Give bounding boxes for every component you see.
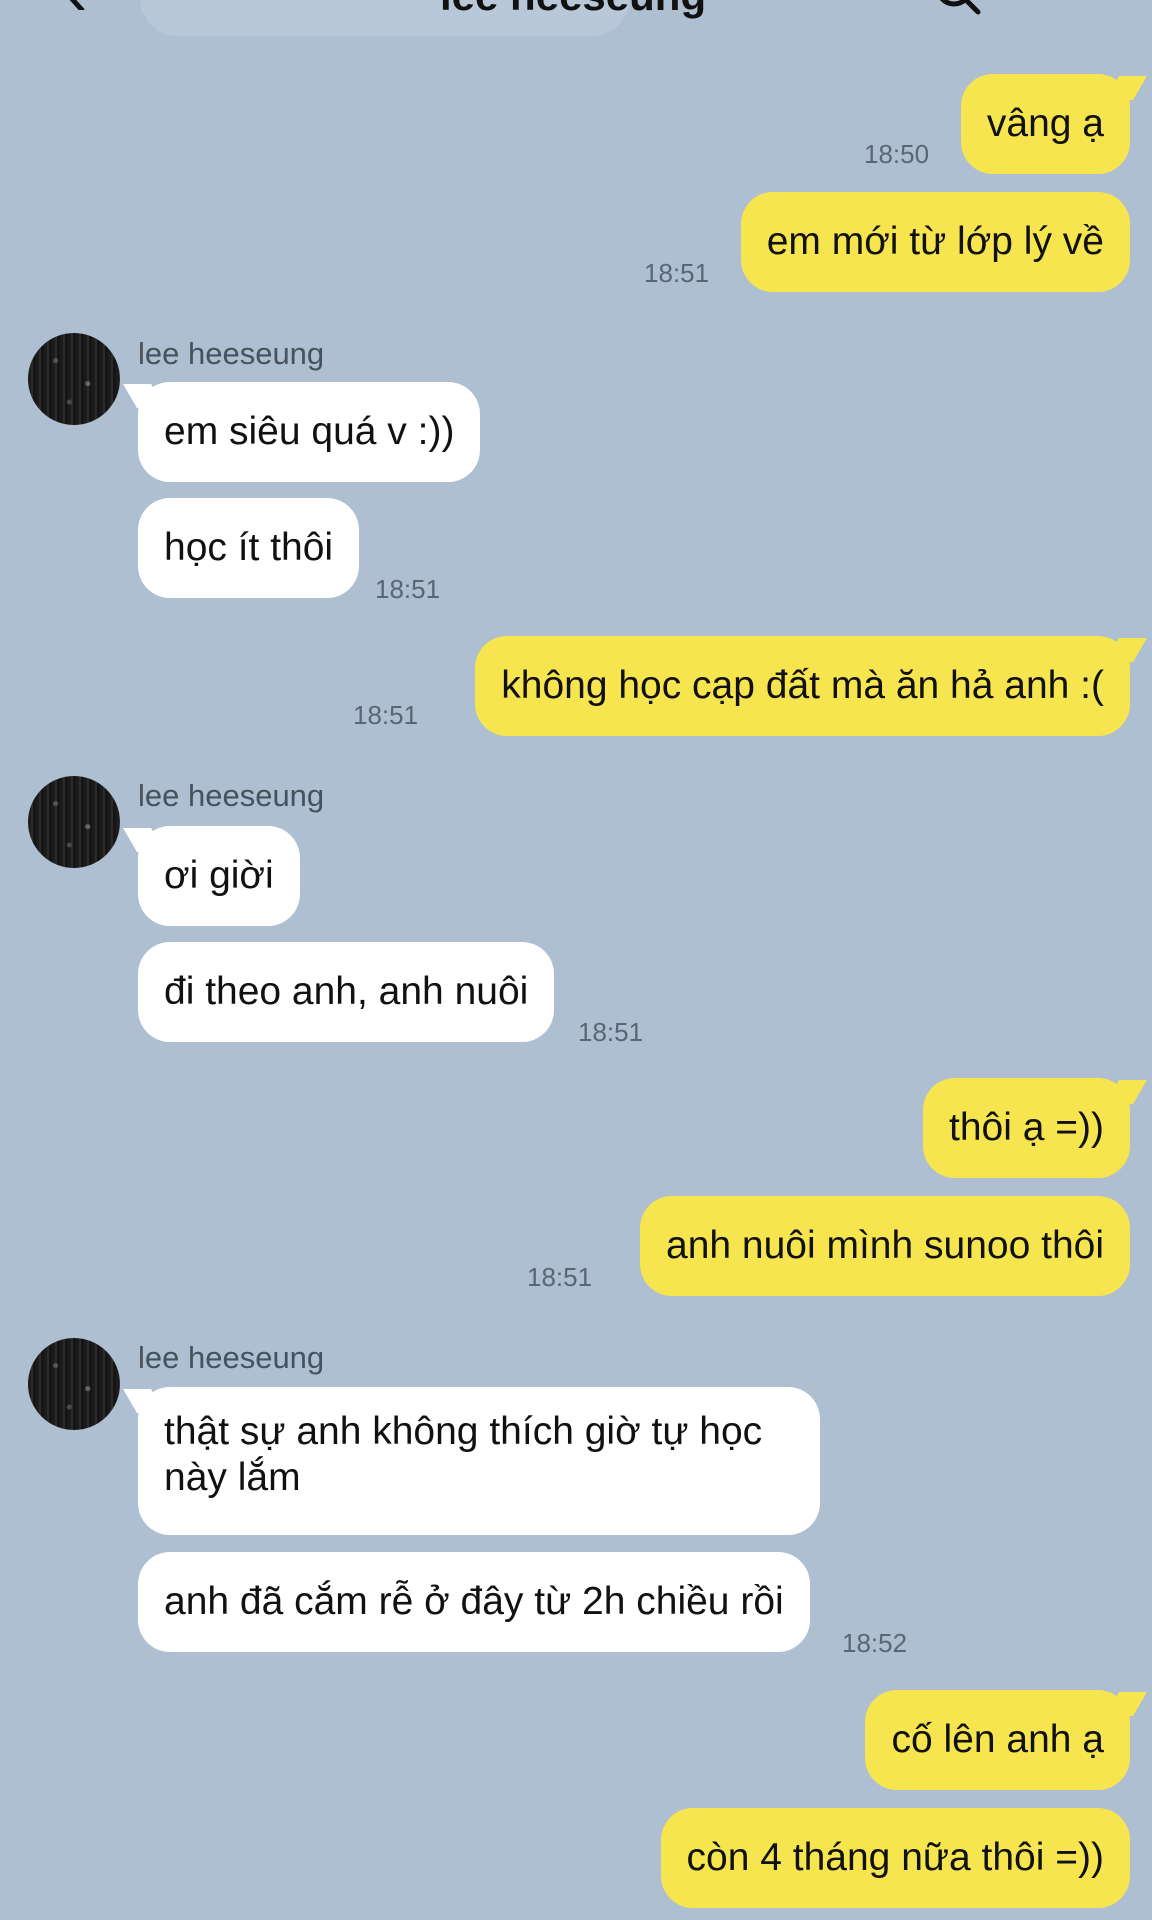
search-icon[interactable]	[932, 0, 982, 20]
chat-header: lee heeseung	[0, 0, 1152, 60]
avatar[interactable]	[28, 333, 120, 425]
outgoing-message[interactable]: không học cạp đất mà ăn hả anh :(	[475, 636, 1130, 736]
outgoing-message[interactable]: cố lên anh ạ	[865, 1690, 1130, 1790]
outgoing-message[interactable]: còn 4 tháng nữa thôi =))	[660, 1808, 1130, 1908]
outgoing-message[interactable]: vâng ạ	[960, 74, 1130, 174]
message-text: đi theo anh, anh nuôi	[164, 970, 529, 1013]
outgoing-message[interactable]: em mới từ lớp lý về	[740, 192, 1130, 292]
message-text: anh đã cắm rễ ở đây từ 2h chiều rồi	[164, 1580, 784, 1623]
message-timestamp: 18:51	[644, 258, 710, 288]
incoming-message[interactable]: học ít thôi	[138, 498, 360, 598]
avatar[interactable]	[28, 1338, 120, 1430]
sender-name: lee heeseung	[138, 778, 325, 813]
outgoing-message[interactable]: thôi ạ =))	[923, 1078, 1130, 1178]
sender-name: lee heeseung	[138, 1340, 325, 1375]
incoming-message[interactable]: anh đã cắm rễ ở đây từ 2h chiều rồi	[138, 1552, 810, 1652]
back-icon[interactable]	[52, 0, 92, 10]
incoming-message[interactable]: thật sự anh không thích giờ tự học này l…	[138, 1387, 820, 1535]
message-text: thật sự anh không thích giờ tự học này l…	[164, 1410, 763, 1499]
message-text: không học cạp đất mà ăn hả anh :(	[501, 664, 1104, 707]
incoming-message[interactable]: em siêu quá v :))	[138, 382, 481, 482]
message-timestamp: 18:51	[353, 700, 419, 730]
message-text: em siêu quá v :))	[164, 410, 455, 453]
chat-title: lee heeseung	[440, 0, 706, 20]
message-text: em mới từ lớp lý về	[766, 220, 1104, 263]
incoming-message[interactable]: ơi giời	[138, 826, 300, 926]
incoming-message[interactable]: đi theo anh, anh nuôi	[138, 942, 555, 1042]
message-text: thôi ạ =))	[949, 1106, 1104, 1149]
message-text: còn 4 tháng nữa thôi =))	[686, 1836, 1104, 1879]
message-text: ơi giời	[164, 854, 274, 897]
avatar[interactable]	[28, 776, 120, 868]
message-text: học ít thôi	[164, 526, 334, 569]
menu-icon[interactable]	[1040, 0, 1096, 20]
message-text: anh nuôi mình sunoo thôi	[666, 1224, 1104, 1267]
sender-name: lee heeseung	[138, 336, 325, 371]
message-timestamp: 18:50	[864, 139, 930, 169]
message-timestamp: 18:52	[842, 1628, 908, 1658]
message-text: vâng ạ	[986, 102, 1104, 145]
message-text: cố lên anh ạ	[891, 1718, 1104, 1761]
message-timestamp: 18:51	[527, 1262, 593, 1292]
message-timestamp: 18:51	[375, 574, 441, 604]
outgoing-message[interactable]: anh nuôi mình sunoo thôi	[640, 1196, 1130, 1296]
message-timestamp: 18:51	[578, 1017, 644, 1047]
